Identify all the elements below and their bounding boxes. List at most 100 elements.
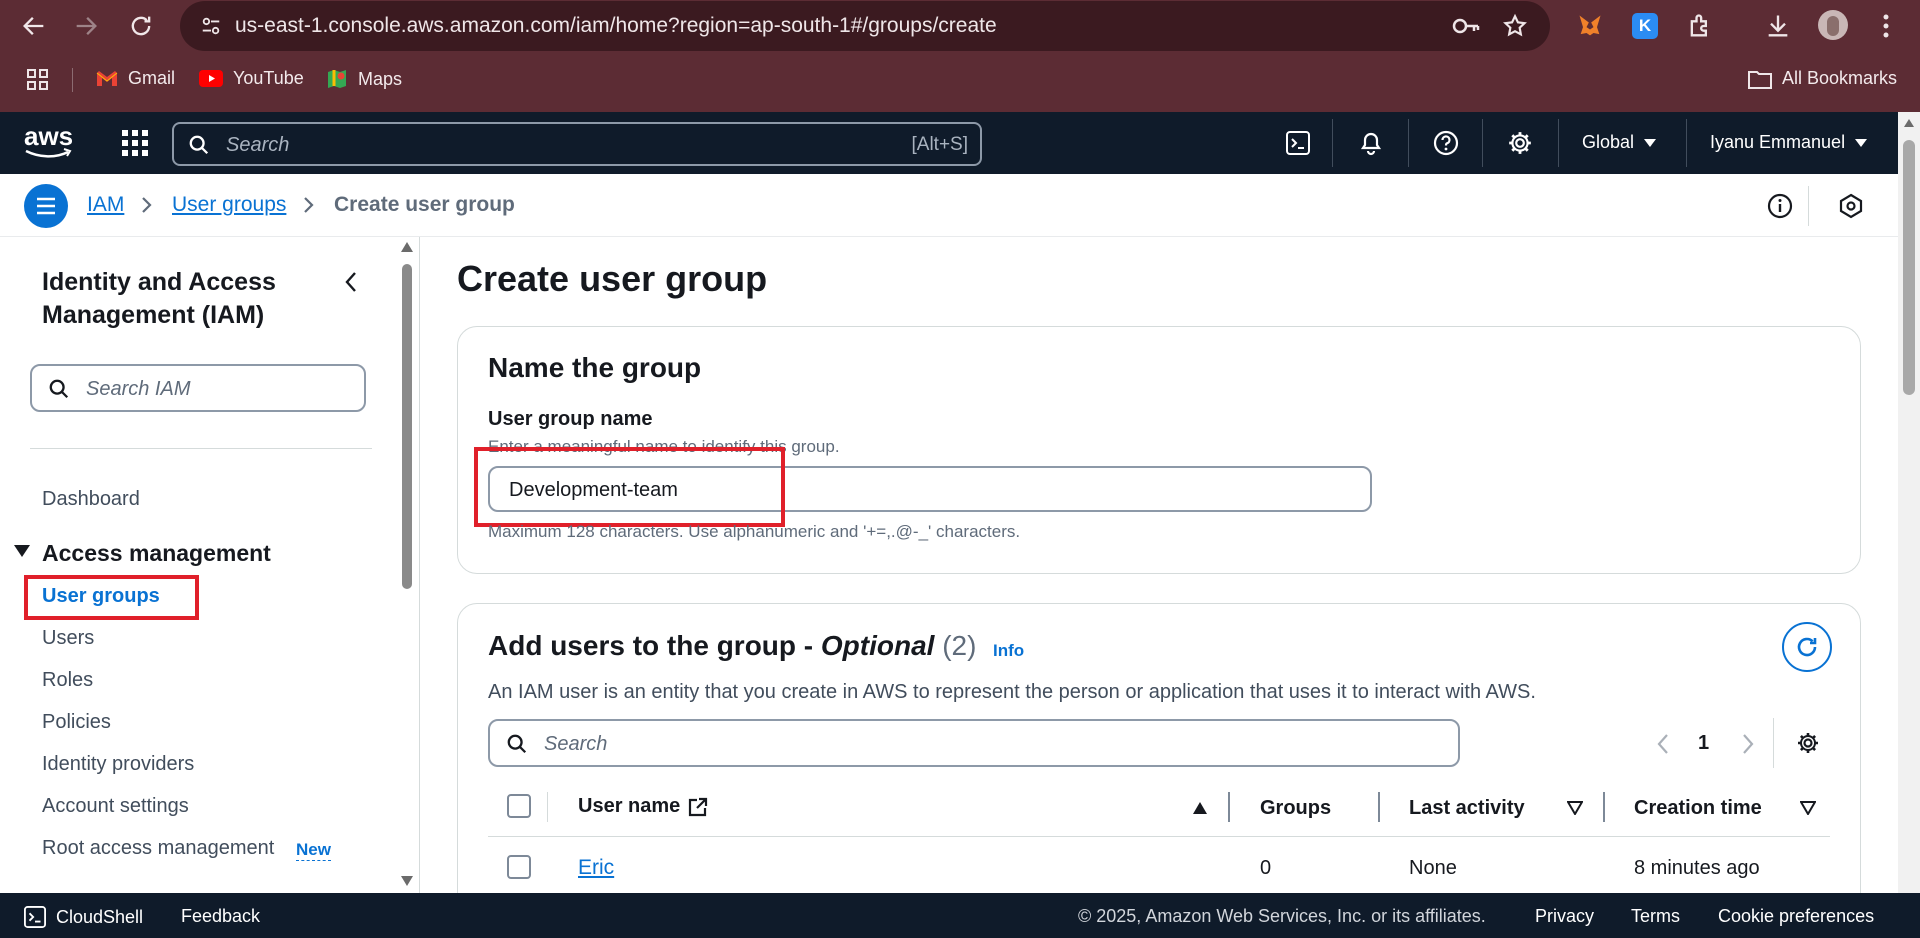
browser-menu-icon[interactable] [1880,12,1892,40]
sidebar-item-policies[interactable]: Policies [42,711,111,734]
profile-avatar[interactable] [1818,10,1848,40]
global-search-placeholder: Search [226,134,290,156]
column-header-user-name[interactable]: User name [578,795,708,818]
scroll-down-arrow[interactable] [400,875,414,887]
add-users-description: An IAM user is an entity that you create… [488,681,1536,703]
group-name-constraint: Maximum 128 characters. Use alphanumeric… [488,522,1021,541]
chevron-right-icon [303,196,315,214]
forward-icon[interactable] [72,12,100,40]
extensions-puzzle-icon[interactable] [1686,12,1714,40]
scroll-up-arrow[interactable] [400,241,414,253]
bookmark-youtube[interactable]: YouTube [199,68,304,89]
column-header-groups[interactable]: Groups [1260,797,1331,820]
sidebar-item-users[interactable]: Users [42,627,94,650]
select-all-checkbox[interactable] [507,794,531,818]
column-header-creation-time[interactable]: Creation time [1634,797,1762,820]
column-divider [547,792,548,822]
k-extension-icon[interactable]: K [1632,13,1658,39]
refresh-button[interactable] [1782,622,1832,672]
breadcrumb-iam[interactable]: IAM [87,193,124,217]
sidebar-scrollbar-thumb[interactable] [402,264,412,589]
feedback-link[interactable]: Feedback [181,906,260,927]
users-search-placeholder: Search [544,733,608,755]
bookmark-label: Maps [358,68,403,89]
global-search-input[interactable]: Search [Alt+S] [172,122,982,166]
bookmark-maps[interactable]: Maps [326,68,402,90]
sidebar-item-user-groups[interactable]: User groups [42,585,160,608]
settings-gear-icon[interactable] [1507,130,1533,156]
group-name-label: User group name [488,408,653,430]
site-info-icon[interactable] [200,15,222,37]
page-scrollbar-thumb[interactable] [1903,140,1915,395]
breadcrumb-current: Create user group [334,193,515,216]
account-name: Iyanu Emmanuel [1710,132,1846,152]
sort-icon[interactable] [1800,801,1816,815]
cookie-preferences-link[interactable]: Cookie preferences [1718,906,1874,927]
privacy-link[interactable]: Privacy [1535,906,1594,927]
security-hexagon-icon[interactable] [1838,193,1864,219]
bookmark-gmail[interactable]: Gmail [96,68,175,89]
services-menu-icon[interactable] [121,129,149,157]
caret-down-icon [1644,138,1657,148]
page-number[interactable]: 1 [1698,732,1709,755]
bookmark-star-icon[interactable] [1502,13,1528,39]
header-divider [1332,119,1333,167]
table-preferences-gear-icon[interactable] [1796,731,1820,755]
region-selector[interactable]: Global [1582,132,1657,153]
header-divider [1558,119,1559,167]
notifications-bell-icon[interactable] [1359,130,1383,156]
table-header-divider [488,836,1830,837]
app-window: us-east-1.console.aws.amazon.com/iam/hom… [0,0,1920,938]
metamask-extension-icon[interactable] [1576,12,1604,40]
password-key-icon[interactable] [1452,15,1480,37]
help-icon[interactable] [1433,130,1459,156]
external-link-icon [688,797,708,817]
bookmark-label: YouTube [233,68,304,88]
all-bookmarks[interactable]: All Bookmarks [1748,68,1897,89]
side-nav-toggle-button[interactable] [24,184,68,228]
info-link[interactable]: Info [993,641,1024,661]
sort-icon[interactable] [1567,801,1583,815]
row-checkbox[interactable] [507,855,531,879]
sidebar-item-account-settings[interactable]: Account settings [42,795,189,818]
bookmark-label: Gmail [128,68,176,88]
maps-icon [326,68,348,90]
aws-logo-text: aws [24,121,74,151]
sidebar-section-access-management[interactable]: Access management [42,540,271,567]
info-panel-icon[interactable] [1767,193,1793,219]
bookmarks-divider [72,68,73,92]
sidebar-item-dashboard[interactable]: Dashboard [42,488,140,511]
sort-ascending-icon[interactable] [1192,801,1208,815]
terms-link[interactable]: Terms [1631,906,1680,927]
reload-icon[interactable] [127,12,155,40]
apps-grid-icon[interactable] [27,69,49,91]
sidebar-search-input[interactable]: Search IAM [30,364,366,412]
sidebar-title: Identity and Access Management (IAM) [42,268,276,329]
search-icon [48,378,70,400]
user-name-link[interactable]: Eric [578,856,614,880]
collapse-sidebar-icon[interactable] [343,270,359,294]
cell-creation-time: 8 minutes ago [1634,857,1760,879]
prev-page-icon[interactable] [1656,733,1670,755]
cloudshell-icon[interactable] [1286,131,1310,155]
downloads-icon[interactable] [1764,12,1792,40]
next-page-icon[interactable] [1741,733,1755,755]
users-count: (2) [942,630,977,661]
users-search-input[interactable]: Search [488,719,1460,767]
sidebar-item-root-access-management[interactable]: Root access management [42,837,274,860]
name-group-heading: Name the group [488,352,702,383]
sidebar-item-roles[interactable]: Roles [42,669,93,692]
cloudshell-footer-button[interactable]: CloudShell [24,906,143,928]
search-icon [506,733,528,755]
breadcrumb-user-groups[interactable]: User groups [172,193,286,217]
caret-down-icon[interactable] [14,544,30,558]
cloudshell-label: CloudShell [56,906,144,927]
scroll-up-arrow[interactable] [1903,118,1915,128]
account-menu[interactable]: Iyanu Emmanuel [1710,132,1868,153]
address-bar[interactable]: us-east-1.console.aws.amazon.com/iam/hom… [180,1,1550,51]
sidebar-item-identity-providers[interactable]: Identity providers [42,753,194,776]
aws-logo[interactable]: aws [24,121,74,158]
breadcrumb-divider [1808,186,1809,226]
column-header-last-activity[interactable]: Last activity [1409,797,1525,820]
back-icon[interactable] [20,12,48,40]
